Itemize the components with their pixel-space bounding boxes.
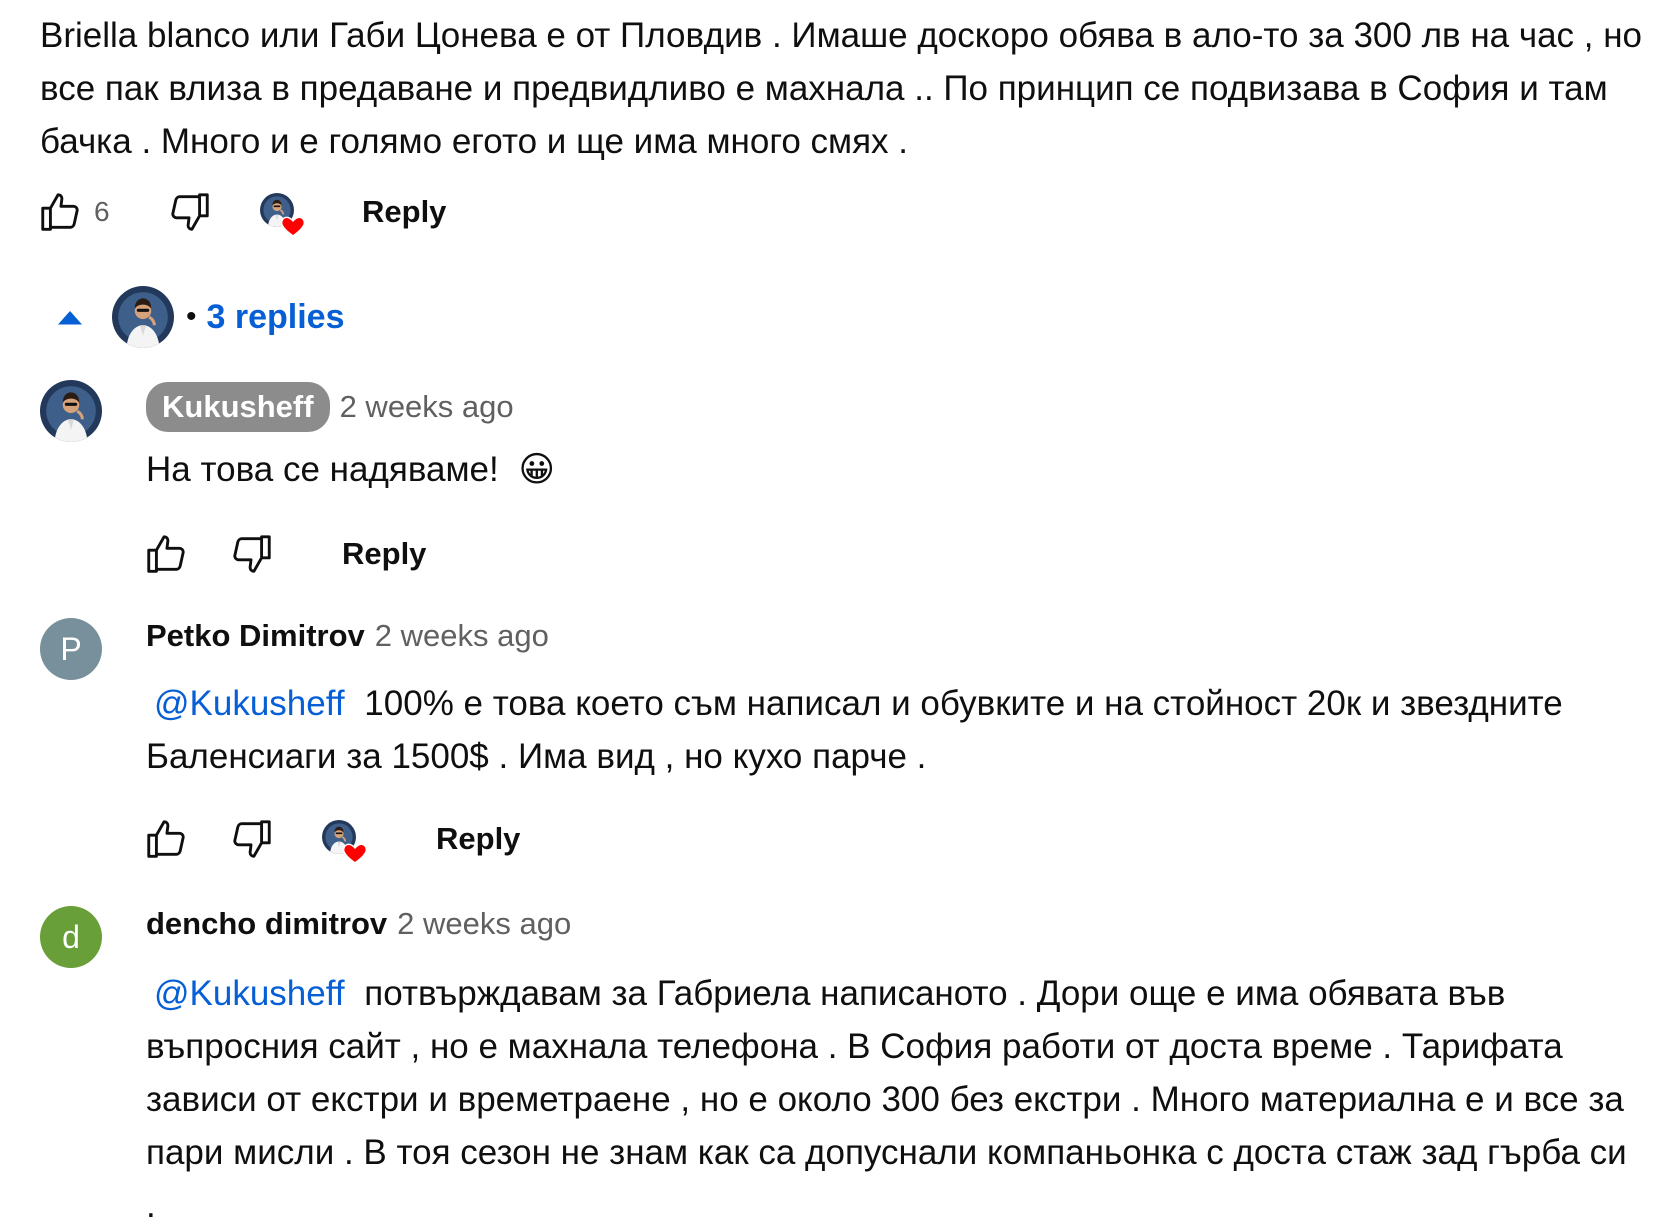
author-avatar[interactable]: d [40, 906, 102, 968]
replier-avatar [112, 286, 174, 348]
reply-header: dencho dimitrov 2 weeks ago [146, 906, 571, 942]
author-avatar[interactable]: P [40, 618, 102, 680]
creator-heart [322, 820, 366, 864]
like-count: 6 [94, 196, 110, 227]
reply-actions: Reply [140, 813, 520, 865]
author-name[interactable]: dencho dimitrov [146, 906, 387, 942]
comment-text: Briella blanco или Габи Цонева е от Плов… [40, 16, 1643, 161]
thumb-up-icon [143, 531, 189, 577]
dislike-button[interactable] [164, 186, 216, 238]
timestamp[interactable]: 2 weeks ago [375, 618, 549, 654]
reply-text: На това се надяваме! 😀 [146, 443, 1646, 496]
dislike-button[interactable] [226, 813, 278, 865]
reply-header: Petko Dimitrov 2 weeks ago [146, 618, 549, 654]
replies-count-label[interactable]: 3 replies [207, 298, 345, 337]
timestamp[interactable]: 2 weeks ago [340, 389, 514, 425]
grinning-emoji: 😀 [518, 450, 555, 489]
thumb-down-icon [229, 531, 275, 577]
reply-text: @Kukusheff 100% е това което съм написал… [146, 677, 1646, 783]
dislike-button[interactable] [226, 528, 278, 580]
reply-button[interactable]: Reply [436, 821, 520, 857]
creator-heart-icon [280, 213, 306, 239]
comment-actions: 6 Reply [34, 186, 446, 238]
thumb-up-icon [37, 189, 83, 235]
author-name[interactable]: Kukusheff [146, 382, 330, 432]
mention-link[interactable]: @Kukusheff [154, 974, 345, 1013]
reply-body: 100% е това което съм написал и обувките… [146, 684, 1563, 776]
creator-heart [260, 193, 304, 237]
reply-button[interactable]: Reply [342, 536, 426, 572]
reply-header: Kukusheff 2 weeks ago [146, 382, 514, 432]
mention-link[interactable]: @Kukusheff [154, 684, 345, 723]
caret-up-icon [52, 299, 88, 335]
reply-actions: Reply [140, 528, 426, 580]
thumb-up-icon [143, 816, 189, 862]
creator-heart-icon [342, 840, 368, 866]
like-button[interactable] [140, 813, 192, 865]
replies-toggle[interactable]: • 3 replies [52, 286, 345, 348]
reply-text: @Kukusheff потвърждавам за Габриела напи… [146, 967, 1646, 1232]
author-avatar[interactable] [40, 380, 102, 442]
reply-body: На това се надяваме! [146, 450, 499, 489]
author-name[interactable]: Petko Dimitrov [146, 618, 365, 654]
thumb-down-icon [229, 816, 275, 862]
timestamp[interactable]: 2 weeks ago [397, 906, 571, 942]
reply-button[interactable]: Reply [362, 194, 446, 230]
separator-dot: • [186, 300, 197, 333]
like-button[interactable] [140, 528, 192, 580]
thumb-down-icon [167, 189, 213, 235]
like-button[interactable] [34, 186, 86, 238]
reply-body: потвърждавам за Габриела написаното . До… [146, 974, 1627, 1225]
